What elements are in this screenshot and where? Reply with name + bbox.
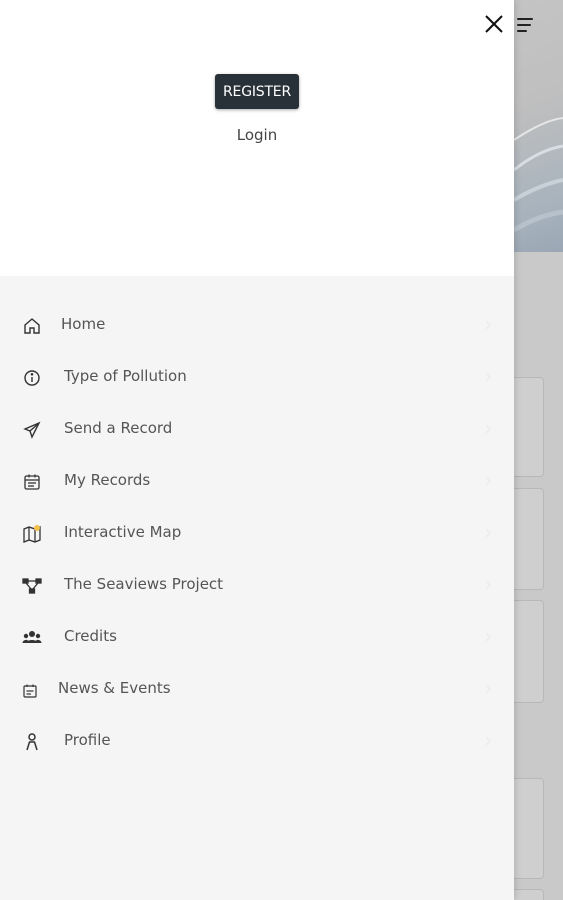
chevron-right-icon bbox=[482, 474, 494, 486]
menu-hamburger-icon[interactable] bbox=[515, 16, 535, 34]
news-icon bbox=[22, 683, 38, 699]
menu-item-label: Type of Pollution bbox=[64, 367, 187, 385]
menu-item-label: Home bbox=[61, 315, 106, 333]
menu-item-profile[interactable]: Profile bbox=[0, 716, 514, 768]
home-icon bbox=[22, 316, 42, 336]
navigation-drawer: REGISTER Login Home Type of Pollution Se… bbox=[0, 0, 514, 900]
menu-item-credits[interactable]: Credits bbox=[0, 612, 514, 664]
calendar-icon bbox=[22, 472, 42, 492]
menu-item-interactive-map[interactable]: Interactive Map bbox=[0, 508, 514, 560]
login-link[interactable]: Login bbox=[0, 126, 514, 144]
menu-item-label: My Records bbox=[64, 471, 151, 489]
chevron-right-icon bbox=[482, 370, 494, 382]
menu-item-home[interactable]: Home bbox=[0, 300, 514, 352]
chevron-right-icon bbox=[482, 682, 494, 694]
chevron-right-icon bbox=[482, 318, 494, 330]
chevron-right-icon bbox=[482, 526, 494, 538]
map-icon bbox=[22, 524, 42, 544]
close-icon[interactable] bbox=[482, 12, 506, 36]
chevron-right-icon bbox=[482, 422, 494, 434]
menu-item-label: Send a Record bbox=[64, 419, 173, 437]
chevron-right-icon bbox=[482, 578, 494, 590]
chevron-right-icon bbox=[482, 734, 494, 746]
menu-item-type-of-pollution[interactable]: Type of Pollution bbox=[0, 352, 514, 404]
info-icon bbox=[22, 368, 42, 388]
menu-item-send-a-record[interactable]: Send a Record bbox=[0, 404, 514, 456]
menu-item-label: News & Events bbox=[58, 679, 171, 697]
people-icon bbox=[22, 628, 42, 648]
network-icon bbox=[22, 576, 42, 596]
menu-item-my-records[interactable]: My Records bbox=[0, 456, 514, 508]
menu-item-label: Profile bbox=[64, 731, 111, 749]
chevron-right-icon bbox=[482, 630, 494, 642]
menu-item-label: The Seaviews Project bbox=[64, 575, 224, 593]
menu-item-label: Credits bbox=[64, 627, 117, 645]
hero-image bbox=[514, 0, 563, 252]
menu-item-label: Interactive Map bbox=[64, 523, 182, 541]
drawer-header: REGISTER Login bbox=[0, 0, 514, 276]
send-icon bbox=[22, 420, 42, 440]
menu-item-news-events[interactable]: News & Events bbox=[0, 664, 514, 716]
menu-item-seaviews-project[interactable]: The Seaviews Project bbox=[0, 560, 514, 612]
person-icon bbox=[22, 732, 42, 752]
register-button[interactable]: REGISTER bbox=[215, 74, 299, 109]
